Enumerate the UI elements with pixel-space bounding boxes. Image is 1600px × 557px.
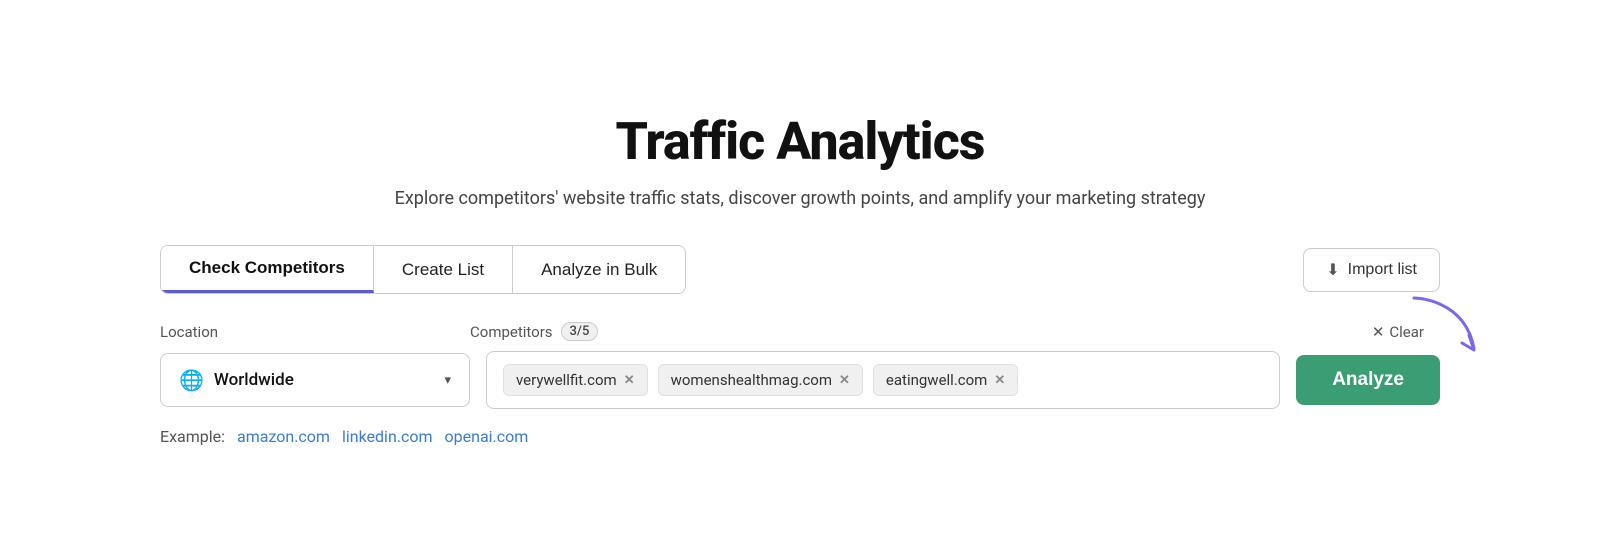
import-button-label: Import list <box>1348 261 1417 279</box>
examples-row: Example: amazon.com linkedin.com openai.… <box>160 427 1440 446</box>
competitors-count-badge: 3/5 <box>561 322 599 341</box>
example-link-amazon[interactable]: amazon.com <box>237 427 330 446</box>
chevron-down-icon: ▾ <box>444 373 451 388</box>
tag-womenshealthmag-label: womenshealthmag.com <box>671 371 832 389</box>
clear-label: Clear <box>1389 323 1424 341</box>
tag-eatingwell-label: eatingwell.com <box>886 371 987 389</box>
clear-x-icon: ✕ <box>1372 323 1385 341</box>
example-label: Example: <box>160 427 225 446</box>
tab-group: Check Competitors Create List Analyze in… <box>160 245 686 294</box>
tab-analyze-in-bulk[interactable]: Analyze in Bulk <box>513 246 685 293</box>
form-inputs-row: 🌐 Worldwide ▾ verywellfit.com ✕ womenshe… <box>160 351 1440 409</box>
tag-eatingwell: eatingwell.com ✕ <box>873 364 1018 396</box>
import-icon: ⬇ <box>1326 260 1339 280</box>
example-link-linkedin[interactable]: linkedin.com <box>342 427 433 446</box>
example-link-openai[interactable]: openai.com <box>445 427 529 446</box>
tab-check-competitors[interactable]: Check Competitors <box>161 246 374 293</box>
import-list-button[interactable]: ⬇ Import list <box>1303 248 1440 292</box>
tab-create-list[interactable]: Create List <box>374 246 513 293</box>
page-subtitle: Explore competitors' website traffic sta… <box>395 188 1206 209</box>
tag-verywellfit-label: verywellfit.com <box>516 371 617 389</box>
competitors-input-field[interactable]: verywellfit.com ✕ womenshealthmag.com ✕ … <box>486 351 1280 409</box>
analyze-button[interactable]: Analyze <box>1296 355 1440 405</box>
globe-icon: 🌐 <box>179 368 204 392</box>
analyze-button-wrapper: Analyze <box>1296 355 1440 405</box>
tag-womenshealthmag-close[interactable]: ✕ <box>839 373 850 388</box>
location-dropdown[interactable]: 🌐 Worldwide ▾ <box>160 353 470 407</box>
tag-eatingwell-close[interactable]: ✕ <box>994 373 1005 388</box>
page-title: Traffic Analytics <box>616 111 985 172</box>
tag-verywellfit: verywellfit.com ✕ <box>503 364 648 396</box>
competitors-label-group: Competitors 3/5 <box>470 322 1372 341</box>
location-value: Worldwide <box>214 370 294 390</box>
tabs-and-import-row: Check Competitors Create List Analyze in… <box>160 245 1440 294</box>
form-labels-row: Location Competitors 3/5 ✕ Clear <box>160 322 1440 341</box>
tag-womenshealthmag: womenshealthmag.com ✕ <box>658 364 863 396</box>
form-section: Location Competitors 3/5 ✕ Clear 🌐 World… <box>160 322 1440 446</box>
location-label: Location <box>160 323 470 341</box>
clear-button[interactable]: ✕ Clear <box>1372 323 1424 341</box>
competitors-label: Competitors <box>470 323 553 341</box>
tag-verywellfit-close[interactable]: ✕ <box>624 373 635 388</box>
page-wrapper: Traffic Analytics Explore competitors' w… <box>100 71 1500 486</box>
